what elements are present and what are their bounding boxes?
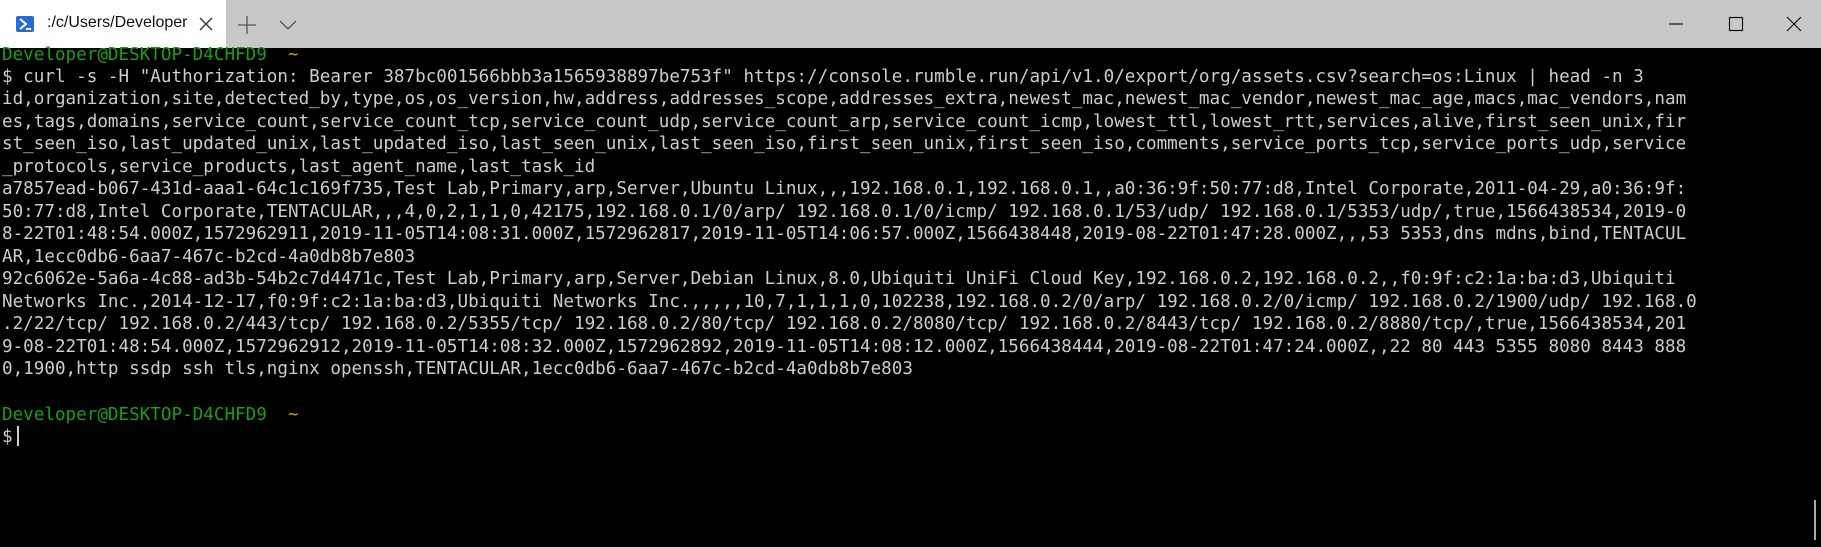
minimize-button[interactable] <box>1647 0 1705 48</box>
minimize-icon <box>1669 23 1683 25</box>
maximize-button[interactable] <box>1707 0 1765 48</box>
scrollbar[interactable] <box>1810 48 1821 547</box>
text-cursor <box>16 426 19 446</box>
terminal-output[interactable]: Developer@DESKTOP-D4CHFD9 ~ $ curl -s -H… <box>0 45 1810 547</box>
input-prompt: $ <box>2 427 13 447</box>
maximize-icon <box>1728 16 1744 32</box>
terminal-tab[interactable]: :/c/Users/Developer <box>0 0 226 48</box>
scrollbar-thumb[interactable] <box>1814 500 1816 540</box>
prompt-line: Developer@DESKTOP-D4CHFD9 ~ <box>2 402 299 428</box>
output-line: 0,1900,http ssdp ssh tls,nginx openssh,T… <box>2 359 913 379</box>
close-window-button[interactable] <box>1765 0 1821 48</box>
new-tab-plus-icon[interactable] <box>236 14 258 36</box>
title-bar: :/c/Users/Developer <box>0 0 1821 48</box>
powershell-icon <box>16 16 34 32</box>
tab-title: :/c/Users/Developer <box>47 14 188 31</box>
input-line[interactable]: $ <box>2 424 19 450</box>
close-icon <box>1786 16 1802 32</box>
tab-dropdown-chevron-down-icon[interactable] <box>276 14 300 36</box>
prompt-path: ~ <box>288 405 299 425</box>
prompt-path: ~ <box>288 45 299 65</box>
tab-close-icon[interactable] <box>196 14 216 34</box>
prompt-user-host: Developer@DESKTOP-D4CHFD9 <box>2 45 267 65</box>
prompt-user-host: Developer@DESKTOP-D4CHFD9 <box>2 405 267 425</box>
